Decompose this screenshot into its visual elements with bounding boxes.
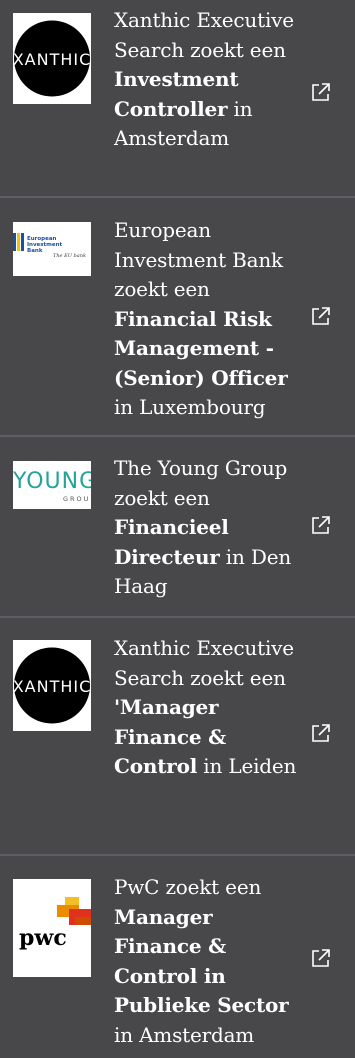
connector-text: zoekt een [190,37,286,62]
location-prefix: in [225,544,245,569]
job-location: Luxembourg [139,395,266,419]
external-link-icon[interactable] [310,514,332,536]
company-logo: XANTHIC [13,640,91,731]
svg-text:pwc: pwc [19,925,67,951]
job-text: PwC zoekt een Manager Finance & Control … [114,873,304,1050]
location-prefix: in [114,395,133,419]
job-listing[interactable]: YOUNG GROUP The Young Group zoekt een Fi… [0,437,355,616]
job-text: Xanthic Executive Search zoekt een 'Mana… [114,634,304,782]
job-title: Investment Controller [114,67,239,121]
company-name: PwC [114,875,160,899]
company-name: European Investment Bank [114,218,283,272]
job-title: Financial Risk Management - (Senior) Off… [114,306,288,390]
job-listing[interactable]: pwc PwC zoekt een Manager Finance & Cont… [0,856,355,1058]
job-location: Amsterdam [139,1022,255,1047]
company-logo: pwc [13,879,91,977]
job-location: Amsterdam [114,126,229,150]
connector-text: zoekt een [165,875,262,899]
company-logo: XANTHIC [13,13,91,104]
external-link-icon[interactable] [310,722,332,744]
location-prefix: in [203,754,223,778]
location-prefix: in [114,1022,133,1047]
svg-text:XANTHIC: XANTHIC [13,677,91,696]
location-prefix: in [233,96,253,121]
svg-text:XANTHIC: XANTHIC [13,50,91,69]
job-location: Leiden [228,754,297,778]
svg-text:The EU bank: The EU bank [53,253,86,259]
job-text: European Investment Bank zoekt een Finan… [114,216,304,423]
connector-text: zoekt een [190,665,286,690]
svg-text:GROUP: GROUP [63,495,91,503]
connector-text: zoekt een [114,277,210,301]
job-listing[interactable]: XANTHIC Xanthic Executive Search zoekt e… [0,0,355,196]
svg-text:Bank: Bank [27,248,43,254]
external-link-icon[interactable] [310,81,332,103]
job-title: Financieel Directeur [114,515,229,569]
job-listing[interactable]: European Investment Bank The EU bank Eur… [0,198,355,435]
external-link-icon[interactable] [310,305,332,327]
connector-text: zoekt een [114,485,210,510]
company-name: The Young Group [114,456,288,480]
company-logo: YOUNG GROUP [13,461,91,509]
job-text: Xanthic Executive Search zoekt een Inves… [114,6,304,154]
job-listing[interactable]: XANTHIC Xanthic Executive Search zoekt e… [0,618,355,854]
job-list: XANTHIC Xanthic Executive Search zoekt e… [0,0,355,1058]
company-logo: European Investment Bank The EU bank [13,222,91,276]
job-title: Manager Finance & Control in Publieke Se… [114,904,289,1018]
external-link-icon[interactable] [310,947,332,969]
svg-text:YOUNG: YOUNG [13,469,91,494]
job-text: The Young Group zoekt een Financieel Dir… [114,454,304,602]
